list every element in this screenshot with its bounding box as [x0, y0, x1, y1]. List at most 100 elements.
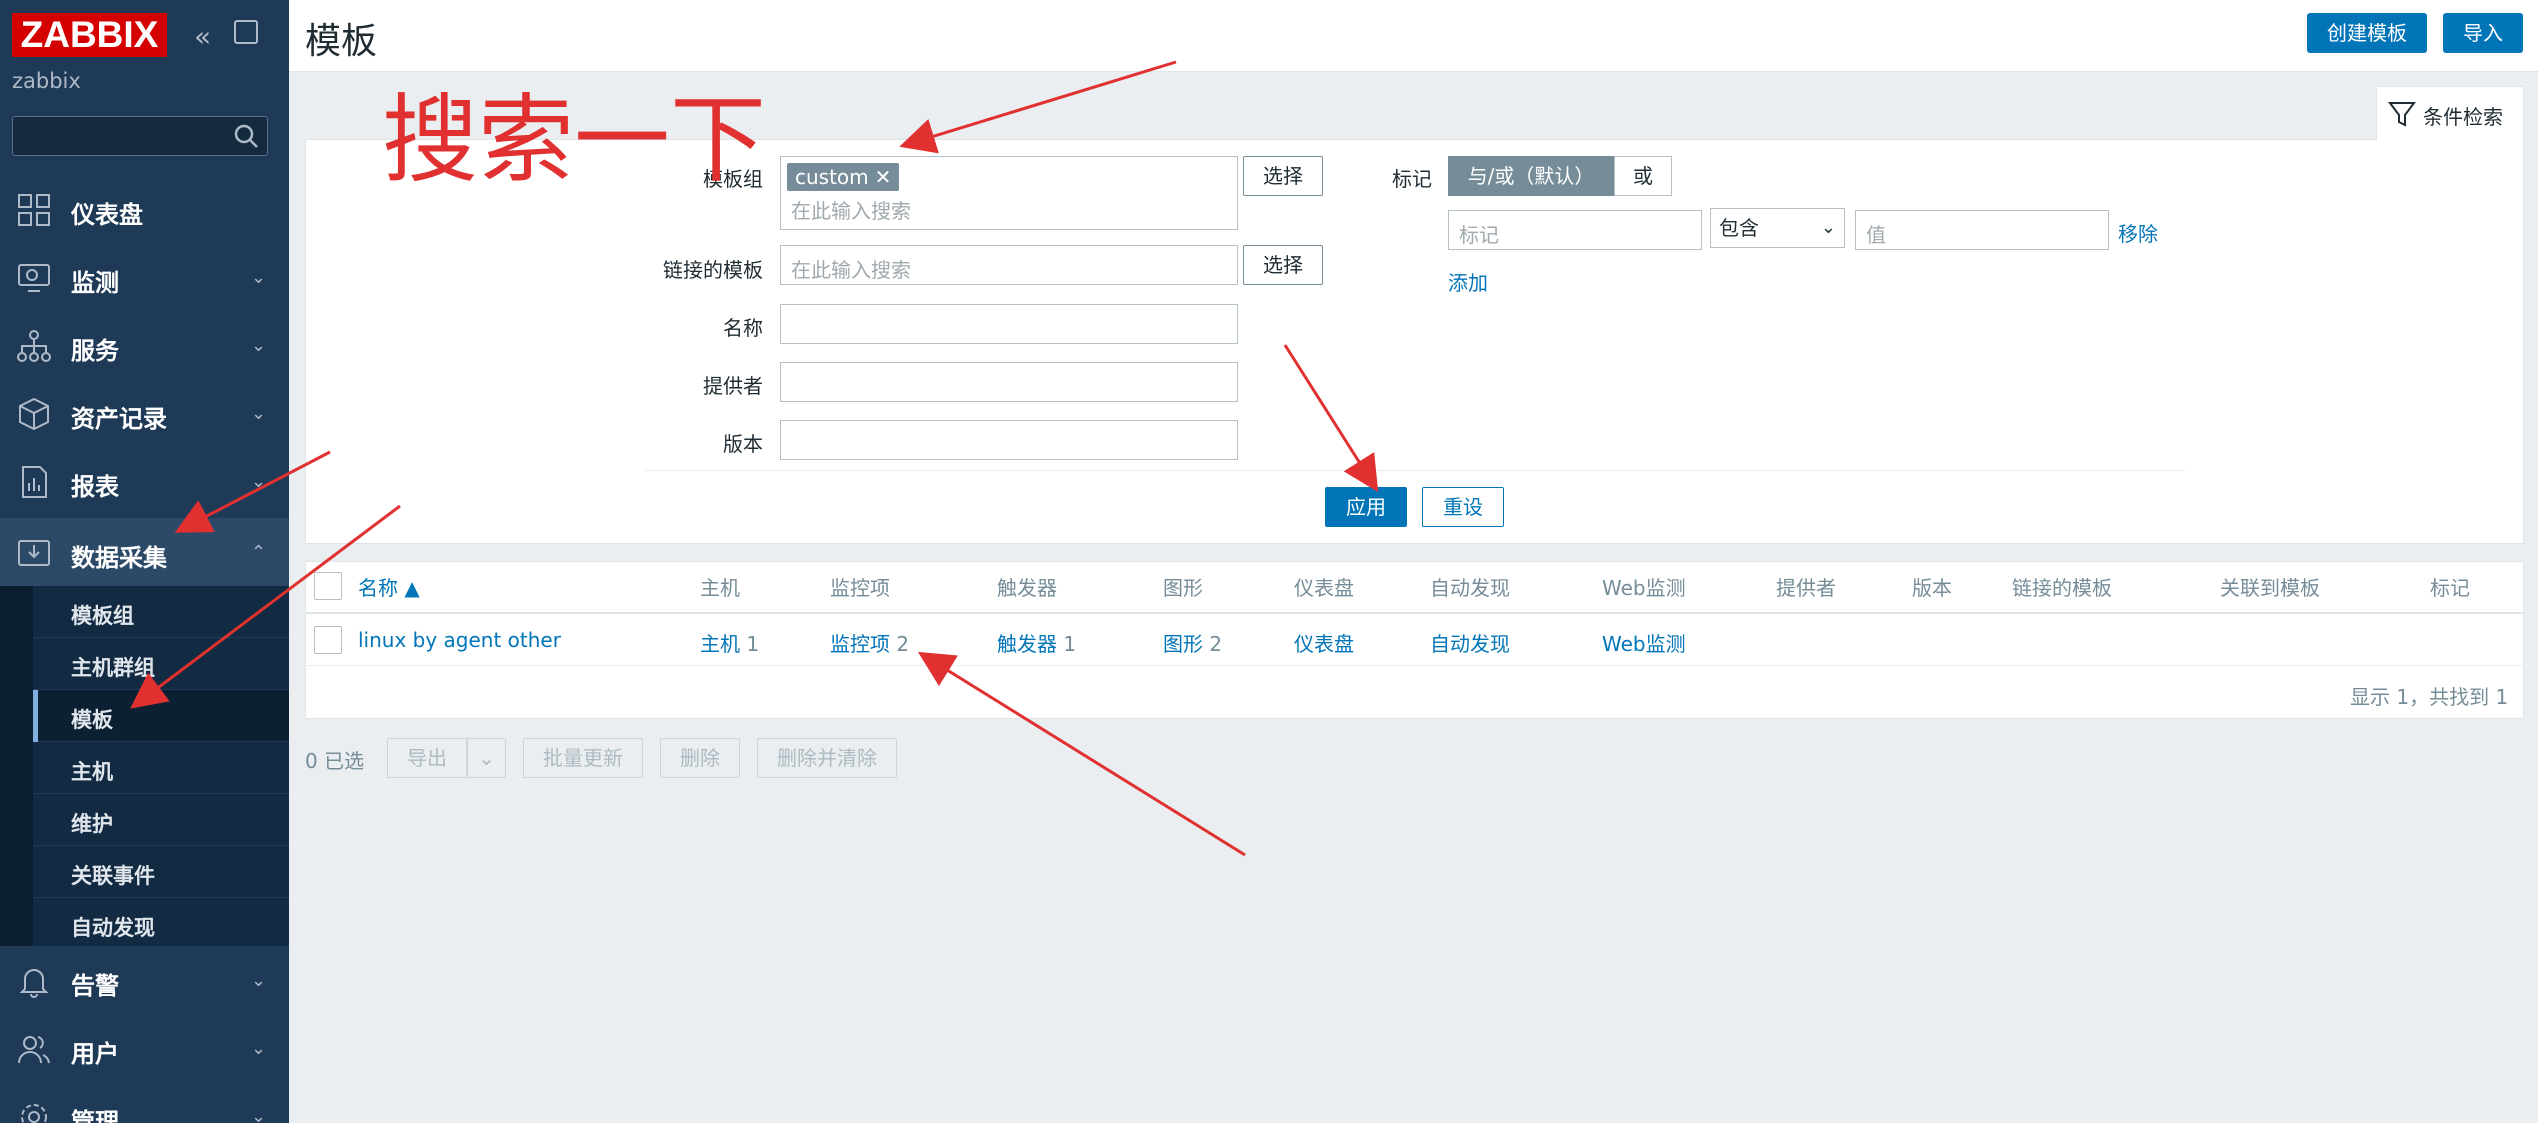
- collapse-sidebar-icon[interactable]: «: [194, 20, 211, 53]
- linked-templates-select-button[interactable]: 选择: [1243, 245, 1323, 285]
- tag-value-input[interactable]: 值: [1855, 210, 2109, 250]
- arrow-to-template-group: [899, 60, 1177, 154]
- chevron-down-icon: ⌄: [251, 970, 267, 991]
- menu-item-services[interactable]: 服务 ⌄: [0, 311, 289, 379]
- template-group-chip[interactable]: custom ✕: [787, 163, 900, 191]
- filter-icon: [2388, 102, 2416, 127]
- table-summary: 显示 1，共找到 1: [2350, 685, 2509, 709]
- column-triggers: 触发器: [997, 576, 1057, 600]
- submenu-item-template-groups[interactable]: 模板组: [33, 586, 289, 638]
- tag-remove-link[interactable]: 移除: [2118, 218, 2158, 247]
- submenu-indent: [0, 586, 33, 946]
- dashboard-icon: [16, 192, 52, 228]
- column-version: 版本: [1912, 576, 1952, 600]
- template-name-link[interactable]: linux by agent other: [358, 628, 561, 652]
- chevron-up-icon: ⌃: [251, 542, 267, 563]
- menu-item-data-collection[interactable]: 数据采集 ⌃: [0, 518, 289, 586]
- menu-item-dashboards[interactable]: 仪表盘: [0, 175, 289, 243]
- column-discovery: 自动发现: [1430, 576, 1510, 600]
- mass-update-button[interactable]: 批量更新: [523, 738, 643, 778]
- column-linked-to-templates: 关联到模板: [2220, 576, 2320, 600]
- delete-and-clear-button[interactable]: 删除并清除: [757, 738, 897, 778]
- tags-or-toggle[interactable]: 或: [1614, 156, 1672, 196]
- discovery-link[interactable]: 自动发现: [1430, 628, 1510, 657]
- submenu-item-hosts[interactable]: 主机: [33, 742, 289, 794]
- template-group-multiselect[interactable]: custom ✕ 在此输入搜索: [780, 156, 1238, 230]
- vendor-label: 提供者: [703, 374, 763, 398]
- submenu-item-discovery[interactable]: 自动发现: [33, 898, 289, 950]
- tag-operator-select[interactable]: 包含 ⌄: [1710, 208, 1845, 248]
- table-row-divider: [305, 665, 2524, 666]
- alerts-icon: [16, 963, 52, 999]
- tag-name-input[interactable]: 标记: [1448, 210, 1702, 250]
- column-name[interactable]: 名称 ▲: [358, 572, 420, 601]
- graphs-link[interactable]: 图形 2: [1163, 628, 1222, 657]
- chevron-down-icon: ⌄: [251, 267, 267, 288]
- triggers-link[interactable]: 触发器 1: [997, 628, 1076, 657]
- chevron-down-icon: ⌄: [251, 403, 267, 424]
- column-hosts: 主机: [700, 576, 740, 600]
- vendor-input[interactable]: [780, 362, 1238, 402]
- name-label: 名称: [723, 316, 763, 340]
- column-tags: 标记: [2430, 576, 2470, 600]
- column-items: 监控项: [830, 576, 890, 600]
- items-link[interactable]: 监控项 2: [830, 628, 909, 657]
- filter-divider: [645, 470, 2185, 471]
- chevron-down-icon: ⌄: [1820, 217, 1836, 238]
- data-collection-icon: [16, 535, 52, 571]
- menu-item-alerts[interactable]: 告警 ⌄: [0, 946, 289, 1014]
- menu-item-monitoring[interactable]: 监测 ⌄: [0, 243, 289, 311]
- web-link[interactable]: Web监测: [1602, 628, 1686, 657]
- delete-button[interactable]: 删除: [660, 738, 740, 778]
- chevron-down-icon: ⌄: [251, 1106, 267, 1123]
- column-vendor: 提供者: [1776, 576, 1836, 600]
- export-button[interactable]: 导出: [387, 738, 467, 778]
- chip-remove-icon[interactable]: ✕: [875, 165, 892, 189]
- inventory-icon: [16, 396, 52, 432]
- select-all-checkbox[interactable]: [314, 572, 342, 600]
- menu-item-inventory[interactable]: 资产记录 ⌄: [0, 379, 289, 447]
- chevron-down-icon: ⌄: [251, 335, 267, 356]
- dashboards-link[interactable]: 仪表盘: [1294, 628, 1354, 657]
- submenu-item-maintenance[interactable]: 维护: [33, 794, 289, 846]
- version-input[interactable]: [780, 420, 1238, 460]
- annotation-text: 搜索一下: [382, 84, 766, 196]
- table-header-divider: [305, 612, 2524, 614]
- template-group-search-placeholder: 在此输入搜索: [791, 199, 911, 223]
- server-name: zabbix: [12, 69, 81, 93]
- column-graphs: 图形: [1163, 576, 1203, 600]
- menu-item-reports[interactable]: 报表 ⌄: [0, 447, 289, 515]
- chevron-down-icon: ⌄: [251, 471, 267, 492]
- submenu-item-event-correlation[interactable]: 关联事件: [33, 846, 289, 898]
- administration-icon: [16, 1099, 52, 1123]
- hosts-link[interactable]: 主机 1: [700, 628, 759, 657]
- name-input[interactable]: [780, 304, 1238, 344]
- version-label: 版本: [723, 432, 763, 456]
- zabbix-logo[interactable]: ZABBIX: [12, 13, 167, 57]
- apply-button[interactable]: 应用: [1325, 487, 1407, 527]
- templates-table: [305, 561, 2524, 719]
- services-icon: [16, 328, 52, 364]
- search-icon[interactable]: [233, 123, 259, 149]
- row-checkbox[interactable]: [314, 626, 342, 654]
- submenu-item-templates[interactable]: 模板: [33, 690, 289, 742]
- filter-tab[interactable]: 条件检索: [2376, 86, 2524, 140]
- menu-item-users[interactable]: 用户 ⌄: [0, 1014, 289, 1082]
- monitoring-icon: [16, 260, 52, 296]
- tags-label: 标记: [1392, 167, 1432, 191]
- export-dropdown-button[interactable]: ⌄: [467, 738, 506, 778]
- create-template-button[interactable]: 创建模板: [2307, 13, 2427, 53]
- reset-button[interactable]: 重设: [1422, 487, 1504, 527]
- submenu-item-host-groups[interactable]: 主机群组: [33, 638, 289, 690]
- sidebar-search-input[interactable]: [12, 116, 268, 156]
- selected-count: 0 已选: [305, 749, 365, 773]
- sidebar: ZABBIX « zabbix 仪表盘 监测 ⌄ 服务 ⌄ 资产记录 ⌄ 报表 …: [0, 0, 289, 1123]
- chevron-down-icon: ⌄: [251, 1038, 267, 1059]
- tags-andor-toggle[interactable]: 与/或（默认）: [1448, 156, 1614, 196]
- tag-add-link[interactable]: 添加: [1448, 267, 1488, 296]
- kiosk-mode-icon[interactable]: [234, 20, 258, 44]
- import-button[interactable]: 导入: [2443, 13, 2523, 53]
- page-title: 模板: [305, 21, 378, 62]
- linked-templates-input[interactable]: 在此输入搜索: [780, 245, 1238, 285]
- menu-item-administration[interactable]: 管理 ⌄: [0, 1082, 289, 1123]
